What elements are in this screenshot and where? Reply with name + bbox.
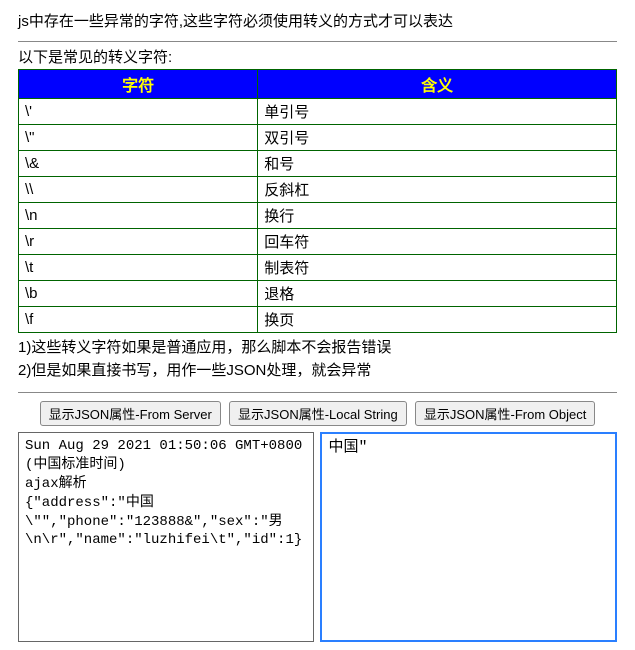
cell-char: \\: [19, 177, 258, 203]
note-line-1: 1)这些转义字符如果是普通应用，那么脚本不会报告错误: [18, 337, 617, 360]
cell-meaning: 退格: [258, 281, 617, 307]
divider-top: [18, 41, 617, 42]
button-row: 显示JSON属性-From Server 显示JSON属性-Local Stri…: [18, 401, 617, 426]
note-line-2: 2)但是如果直接书写，用作一些JSON处理，就会异常: [18, 360, 617, 383]
cell-char: \t: [19, 255, 258, 281]
notes: 1)这些转义字符如果是普通应用，那么脚本不会报告错误 2)但是如果直接书写，用作…: [18, 337, 617, 382]
cell-char: \b: [19, 281, 258, 307]
cell-meaning: 反斜杠: [258, 177, 617, 203]
th-char: 字符: [19, 70, 258, 99]
cell-char: \": [19, 125, 258, 151]
intro-text: js中存在一些异常的字符,这些字符必须使用转义的方式才可以表达: [18, 10, 617, 31]
cell-meaning: 制表符: [258, 255, 617, 281]
cell-char: \': [19, 99, 258, 125]
cell-meaning: 换行: [258, 203, 617, 229]
output-panes: [18, 432, 617, 642]
cell-meaning: 单引号: [258, 99, 617, 125]
divider-bottom: [18, 392, 617, 393]
subtitle: 以下是常见的转义字符:: [18, 46, 617, 67]
table-row: \t制表符: [19, 255, 617, 281]
btn-local-string[interactable]: 显示JSON属性-Local String: [229, 401, 407, 426]
table-row: \b退格: [19, 281, 617, 307]
cell-char: \&: [19, 151, 258, 177]
table-row: \r回车符: [19, 229, 617, 255]
cell-meaning: 双引号: [258, 125, 617, 151]
table-row: \n换行: [19, 203, 617, 229]
cell-meaning: 和号: [258, 151, 617, 177]
escape-table: 字符 含义 \'单引号\"双引号\&和号\\反斜杠\n换行\r回车符\t制表符\…: [18, 69, 617, 333]
btn-from-object[interactable]: 显示JSON属性-From Object: [415, 401, 596, 426]
btn-from-server[interactable]: 显示JSON属性-From Server: [40, 401, 221, 426]
cell-meaning: 换页: [258, 307, 617, 333]
left-output[interactable]: [18, 432, 314, 642]
table-row: \"双引号: [19, 125, 617, 151]
table-row: \\反斜杠: [19, 177, 617, 203]
table-row: \&和号: [19, 151, 617, 177]
cell-meaning: 回车符: [258, 229, 617, 255]
cell-char: \n: [19, 203, 258, 229]
th-meaning: 含义: [258, 70, 617, 99]
cell-char: \f: [19, 307, 258, 333]
table-row: \'单引号: [19, 99, 617, 125]
table-row: \f换页: [19, 307, 617, 333]
cell-char: \r: [19, 229, 258, 255]
right-output[interactable]: [320, 432, 617, 642]
